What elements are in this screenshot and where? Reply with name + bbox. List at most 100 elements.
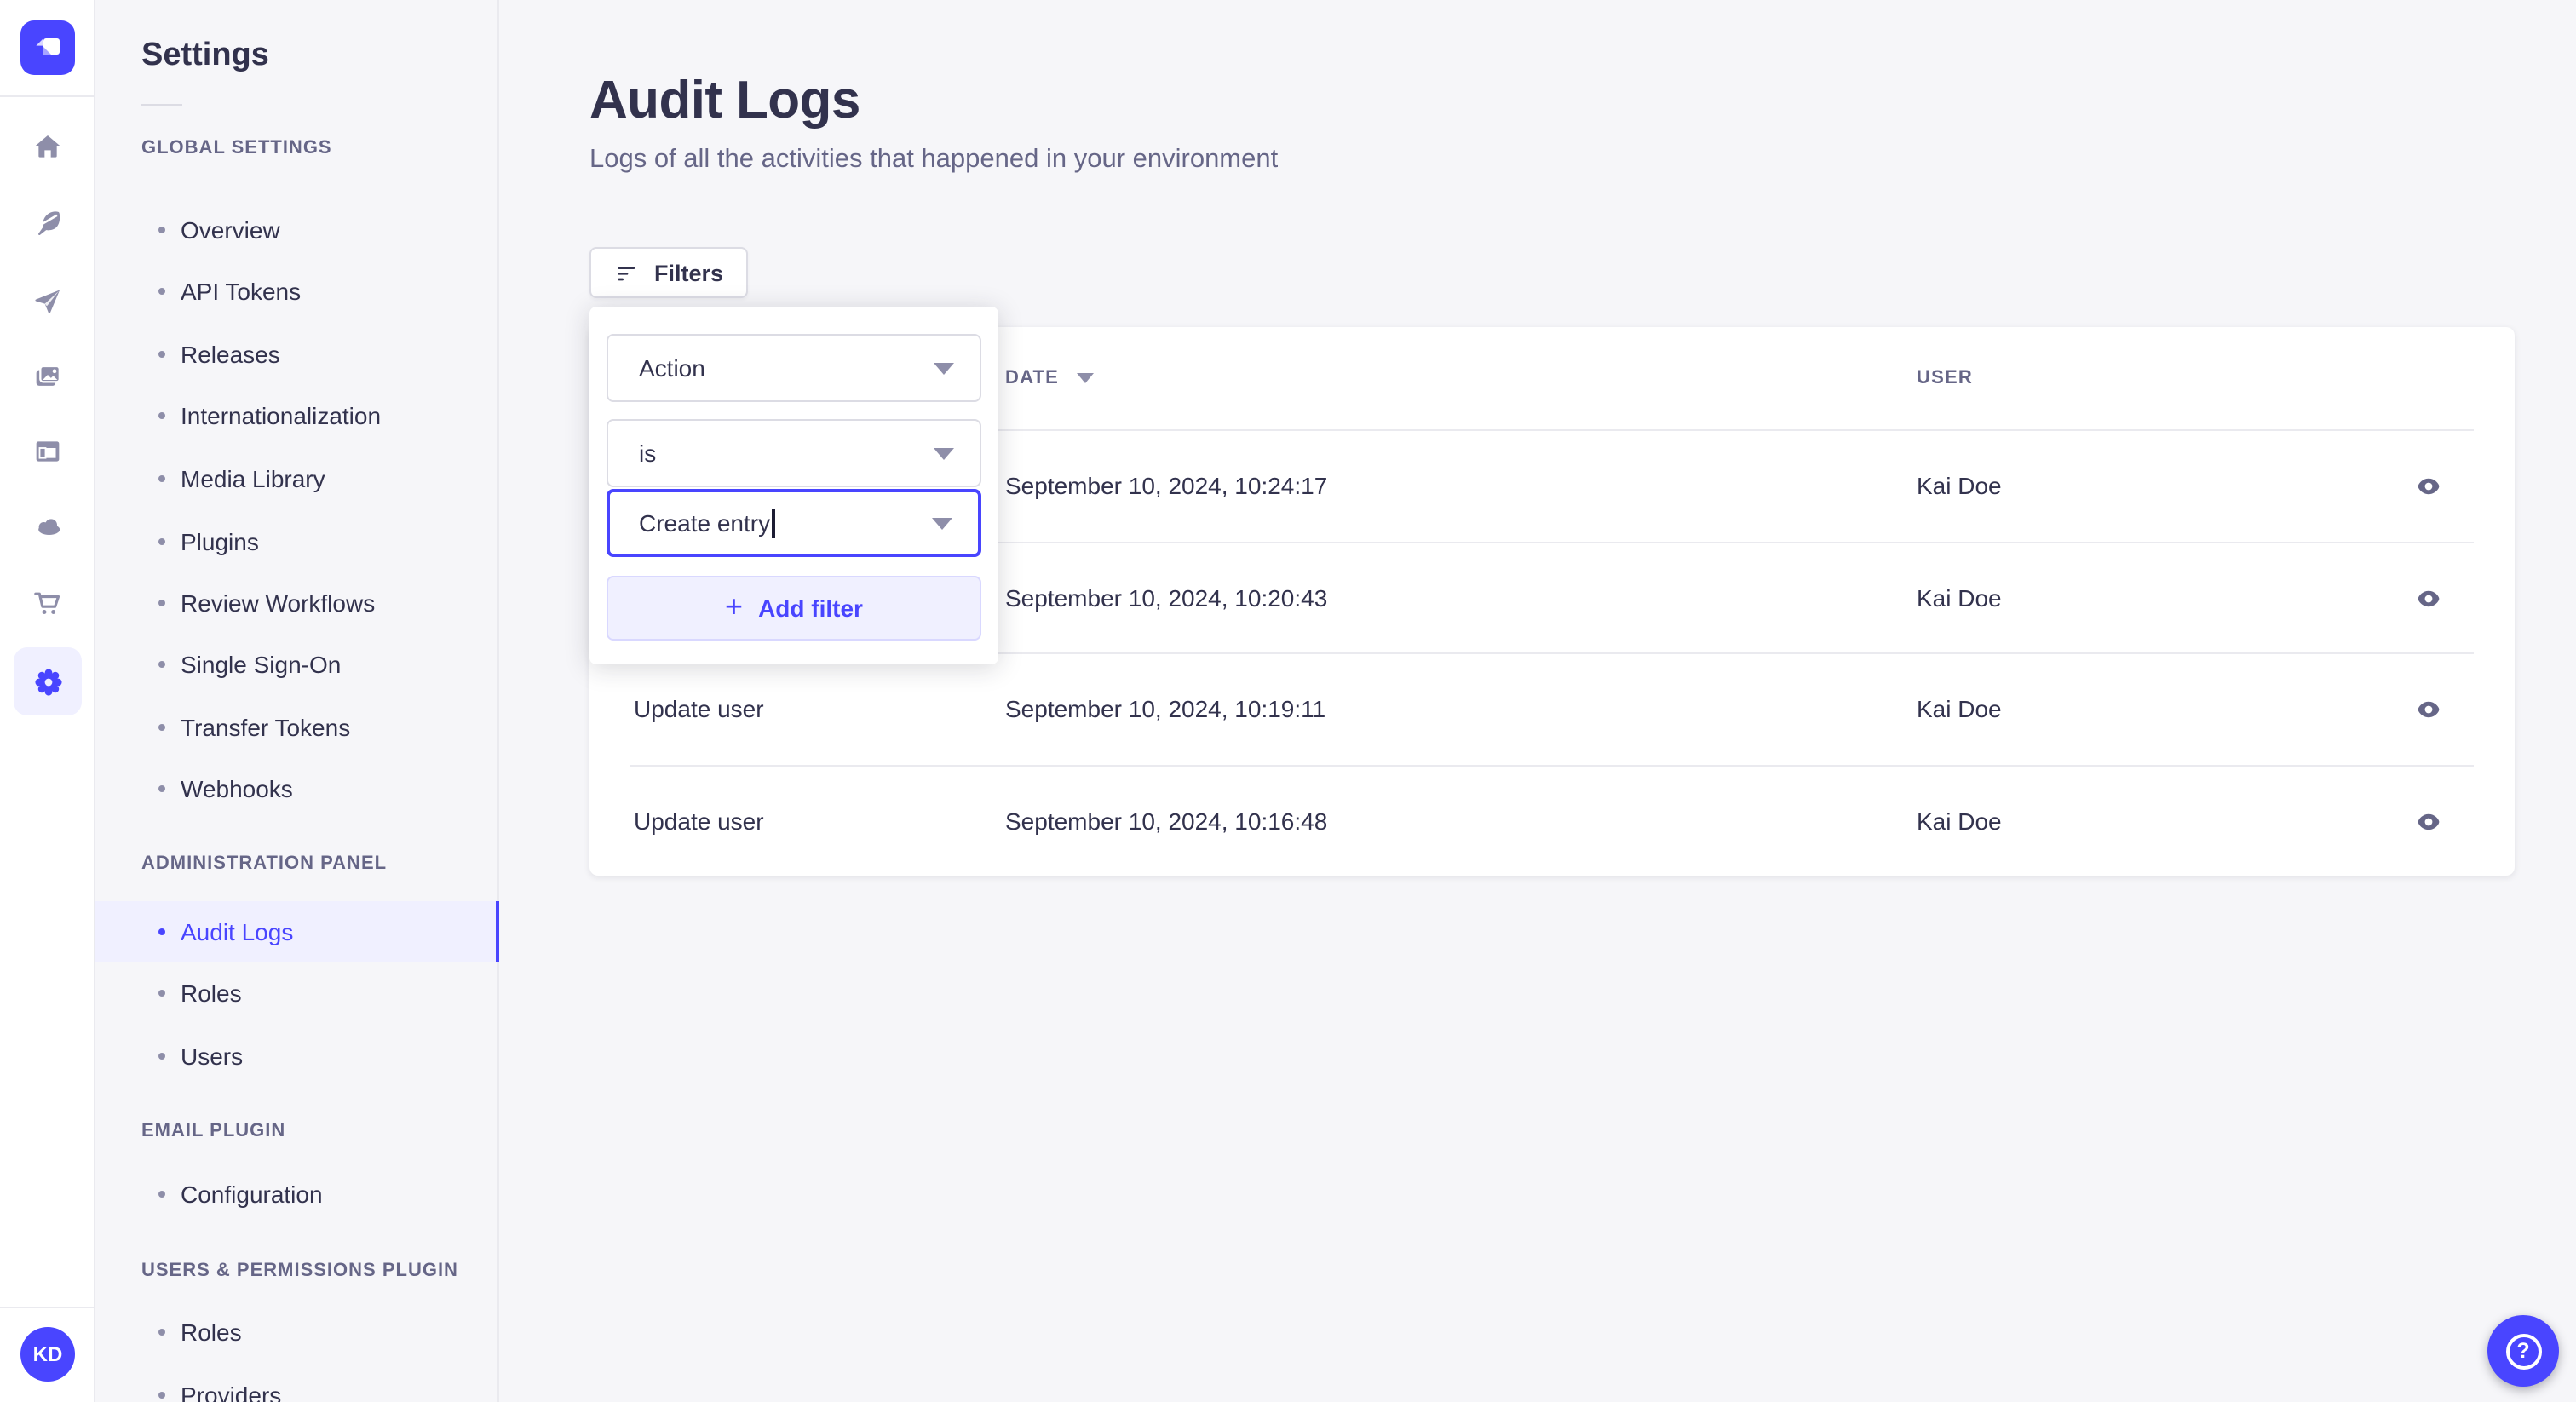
section-label-administration-panel: ADMINISTRATION PANEL <box>141 853 388 874</box>
sidebar-item-label: Webhooks <box>181 775 293 802</box>
sidebar-item-api-tokens[interactable]: API Tokens <box>95 261 499 322</box>
settings-nav-button[interactable] <box>14 647 82 715</box>
strapi-logo[interactable] <box>20 20 75 75</box>
view-details-button[interactable] <box>2401 681 2455 736</box>
sidebar-item-label: Users <box>181 1043 244 1070</box>
sidebar-item-overview[interactable]: Overview <box>95 199 499 261</box>
sidebar-item-label: Overview <box>181 216 280 244</box>
sidebar-item-label: Roles <box>181 980 242 1007</box>
sidebar-item-label: Roles <box>181 1319 242 1346</box>
sidebar-item-label: Media Library <box>181 465 325 492</box>
cell-date: September 10, 2024, 10:19:11 <box>1005 695 1326 722</box>
view-details-button[interactable] <box>2401 458 2455 513</box>
filter-popover: Action is Create entry + Add filter <box>589 307 998 664</box>
sidebar-item-single-sign-on[interactable]: Single Sign-On <box>95 634 499 695</box>
add-filter-label: Add filter <box>758 595 863 622</box>
paper-plane-icon <box>35 290 60 313</box>
content-builder-nav-button[interactable] <box>14 189 82 257</box>
sidebar-title-divider <box>141 104 182 106</box>
sidebar-item-label: Transfer Tokens <box>181 714 351 741</box>
table-row[interactable]: Update user September 10, 2024, 10:16:48… <box>589 765 2515 877</box>
sidebar-item-admin-roles[interactable]: Roles <box>95 962 499 1024</box>
sidebar-item-up-roles[interactable]: Roles <box>95 1301 499 1363</box>
page-subtitle: Logs of all the activities that happened… <box>589 145 1279 174</box>
filter-field-select[interactable]: Action <box>607 334 981 402</box>
sidebar-item-review-workflows[interactable]: Review Workflows <box>95 572 499 634</box>
filter-operator-select[interactable]: is <box>607 419 981 487</box>
sidebar-item-webhooks[interactable]: Webhooks <box>95 758 499 819</box>
section-label-email-plugin: EMAIL PLUGIN <box>141 1121 286 1141</box>
sidebar-item-label: Releases <box>181 341 280 368</box>
chevron-down-icon <box>932 517 952 529</box>
page-title: Audit Logs <box>589 70 860 129</box>
column-header-user: USER <box>1917 327 1973 429</box>
rail-divider-top <box>0 95 94 97</box>
sidebar-item-media-library[interactable]: Media Library <box>95 448 499 509</box>
cloud-icon <box>38 519 60 535</box>
sidebar-item-up-providers[interactable]: Providers <box>95 1365 499 1402</box>
text-cursor <box>772 509 775 537</box>
cart-icon <box>34 592 60 614</box>
cell-date: September 10, 2024, 10:16:48 <box>1005 807 1328 835</box>
sidebar-title: Settings <box>141 37 269 73</box>
cell-action: Update user <box>634 695 764 722</box>
eye-icon <box>2417 700 2439 717</box>
cloud-nav-button[interactable] <box>14 492 82 560</box>
sidebar-item-internationalization[interactable]: Internationalization <box>95 385 499 446</box>
media-pictures-icon <box>36 365 61 386</box>
sidebar-item-label: Single Sign-On <box>181 651 342 678</box>
filters-button-label: Filters <box>654 260 724 285</box>
cell-date: September 10, 2024, 10:24:17 <box>1005 472 1328 499</box>
avatar-initials: KD <box>32 1342 63 1366</box>
sort-descending-icon <box>1076 373 1094 383</box>
cell-user: Kai Doe <box>1917 695 2002 722</box>
help-button[interactable]: ? <box>2487 1315 2559 1387</box>
marketplace-nav-button[interactable] <box>14 569 82 637</box>
filter-icon <box>618 267 635 281</box>
cell-user: Kai Doe <box>1917 584 2002 612</box>
cell-user: Kai Doe <box>1917 807 2002 835</box>
pen-feather-icon <box>37 211 60 236</box>
sidebar-item-admin-users[interactable]: Users <box>95 1026 499 1087</box>
sidebar-item-label: Review Workflows <box>181 589 376 617</box>
chevron-down-icon <box>934 447 954 459</box>
settings-sidebar: Settings GLOBAL SETTINGS Overview API To… <box>95 0 499 1402</box>
strapi-logo-icon <box>36 38 60 55</box>
sidebar-item-label: API Tokens <box>181 278 302 305</box>
main-content: Audit Logs Logs of all the activities th… <box>499 0 2576 1402</box>
layout-icon <box>36 441 60 462</box>
content-manager-nav-button[interactable] <box>14 417 82 486</box>
eye-icon <box>2417 813 2439 830</box>
filter-field-value: Action <box>639 354 705 382</box>
filter-value-combobox[interactable]: Create entry <box>607 489 981 557</box>
media-library-nav-button[interactable] <box>14 342 82 411</box>
sidebar-item-plugins[interactable]: Plugins <box>95 511 499 572</box>
view-details-button[interactable] <box>2401 571 2455 625</box>
cell-user: Kai Doe <box>1917 472 2002 499</box>
eye-icon <box>2417 477 2439 494</box>
column-header-date-label: DATE <box>1005 368 1060 388</box>
user-avatar[interactable]: KD <box>20 1327 75 1382</box>
sidebar-item-transfer-tokens[interactable]: Transfer Tokens <box>95 697 499 758</box>
app-rail: KD <box>0 0 95 1402</box>
sidebar-item-releases[interactable]: Releases <box>95 324 499 385</box>
sidebar-item-label: Internationalization <box>181 402 382 429</box>
home-icon <box>35 135 60 158</box>
add-filter-button[interactable]: + Add filter <box>607 576 981 641</box>
rail-divider-bottom <box>0 1307 94 1308</box>
sidebar-item-label: Audit Logs <box>181 918 294 945</box>
sidebar-item-email-configuration[interactable]: Configuration <box>95 1164 499 1225</box>
home-nav-button[interactable] <box>14 112 82 181</box>
view-details-button[interactable] <box>2401 794 2455 848</box>
sidebar-item-label: Configuration <box>181 1181 323 1208</box>
cell-action: Update user <box>634 807 764 835</box>
chevron-down-icon <box>934 362 954 374</box>
sidebar-item-audit-logs[interactable]: Audit Logs <box>95 901 499 962</box>
app-root: KD Settings GLOBAL SETTINGS Overview API… <box>0 0 2576 1402</box>
filters-button[interactable]: Filters <box>589 247 748 298</box>
table-row[interactable]: Update user September 10, 2024, 10:19:11… <box>589 652 2515 765</box>
deploy-nav-button[interactable] <box>14 267 82 336</box>
settings-gear-icon <box>34 668 61 695</box>
column-header-user-label: USER <box>1917 368 1973 388</box>
column-header-date[interactable]: DATE <box>1005 327 1094 429</box>
